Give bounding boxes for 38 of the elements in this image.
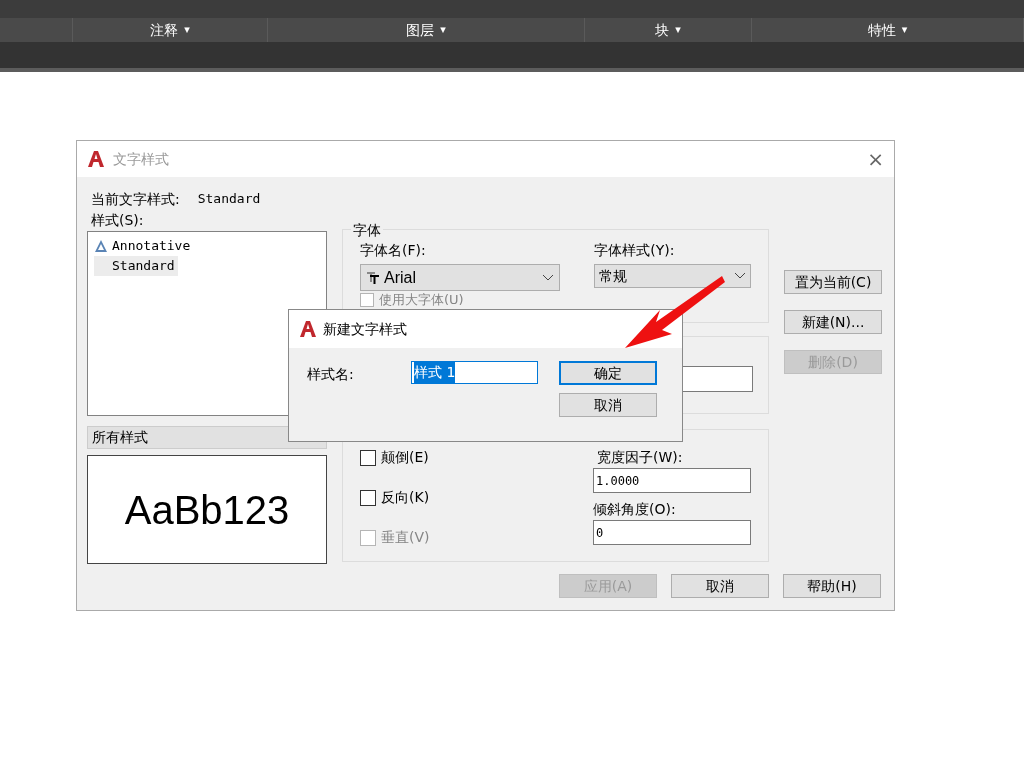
chevron-down-icon: [542, 273, 555, 282]
app-logo-icon: [299, 320, 317, 338]
oblique-angle-label: 倾斜角度(O):: [593, 500, 677, 519]
dialog-button[interactable]: 取消: [559, 393, 657, 417]
style-item[interactable]: Annotative: [94, 236, 194, 256]
current-style-value: Standard: [197, 190, 261, 209]
checkbox-label: 反向(K): [381, 488, 430, 507]
font-style-label: 字体样式(Y):: [594, 241, 676, 260]
current-style-label: 当前文字样式:: [91, 189, 180, 209]
checkbox-label: 使用大字体(U): [379, 292, 464, 307]
dialog-title: 文字样式: [113, 149, 169, 169]
font-style-combo[interactable]: 常规: [594, 264, 751, 288]
preview-text: AaBb123: [124, 486, 290, 534]
font-name-combo[interactable]: Arial: [360, 264, 561, 291]
checkbox-label: 垂直(V): [381, 528, 430, 547]
app-logo-icon: [87, 150, 105, 168]
truetype-font-icon: [366, 270, 380, 285]
side-button[interactable]: 置为当前(C): [784, 270, 882, 294]
dialog-button[interactable]: 确定: [559, 361, 657, 385]
chevron-down-icon: [734, 272, 746, 280]
styles-label: 样式(S):: [91, 210, 145, 230]
checkbox[interactable]: [360, 489, 376, 506]
checkbox[interactable]: [360, 449, 376, 466]
style-item[interactable]: Standard: [94, 256, 178, 276]
annotative-icon: [94, 239, 108, 253]
dialog-button[interactable]: 帮助(H): [783, 574, 881, 598]
width-factor-field[interactable]: 1.0000: [593, 468, 751, 493]
checkbox-label: 颠倒(E): [381, 448, 429, 467]
dialog-title: 新建文字样式: [323, 319, 407, 339]
font-name-label: 字体名(F):: [360, 241, 427, 260]
style-name-field[interactable]: 样式 1: [411, 361, 538, 384]
height-field[interactable]: [681, 366, 753, 392]
width-factor-label: 宽度因子(W):: [597, 448, 684, 467]
dialog-button[interactable]: 取消: [671, 574, 769, 598]
oblique-angle-field[interactable]: 0: [593, 520, 751, 545]
side-button[interactable]: 新建(N)...: [784, 310, 882, 334]
style-name-label: 样式名:: [307, 365, 355, 384]
close-button[interactable]: ×: [867, 149, 884, 169]
